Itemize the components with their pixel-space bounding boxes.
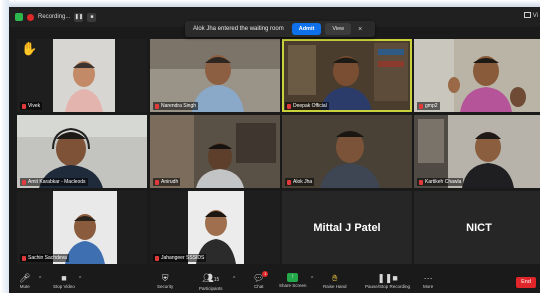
gallery-view-icon	[523, 12, 531, 18]
recording-label: Recording...	[38, 14, 71, 20]
participant-name-text: Sachin Sachdeva	[28, 255, 67, 261]
view-button[interactable]: View	[325, 23, 352, 35]
video-tile[interactable]: Kartikeh Chawla	[414, 115, 540, 188]
video-tile[interactable]: Alok Jha	[282, 115, 412, 188]
view-menu-button[interactable]: Vi	[523, 12, 538, 19]
participant-name: Amit Karabkar - Macleods	[20, 178, 88, 186]
screen-edge-left	[0, 0, 9, 293]
stop-recording-icon[interactable]: ■	[87, 12, 97, 22]
video-tile[interactable]: Narendra Singh	[150, 39, 280, 112]
muted-mic-icon	[155, 103, 159, 109]
mute-button[interactable]: 🎤︎ Mute	[19, 273, 30, 289]
more-dots-icon: ···	[423, 273, 433, 283]
participant-name: Sachin Sachdeva	[20, 254, 69, 262]
shield-icon: ⛨	[161, 273, 169, 283]
participant-name: Kartikeh Chawla	[417, 178, 464, 186]
raise-hand-label: Raise Hand	[323, 284, 347, 289]
participant-name-text: Anirudh	[161, 179, 179, 185]
pause-recording-icon[interactable]: ❚❚	[74, 12, 84, 22]
muted-mic-icon	[22, 179, 26, 185]
security-label: Security	[157, 284, 174, 289]
participant-name-text: Kartikeh Chawla	[425, 179, 462, 185]
meeting-toolbar: 🎤︎ Mute ^ ■ Stop Video ^ ⛨ Security 👥︎15…	[9, 270, 540, 293]
participant-display-name: Mittal J Patel	[313, 221, 381, 234]
participant-name: Jahangeer SSSIDS	[153, 254, 207, 262]
chat-icon: 💬︎ 1	[253, 271, 269, 283]
chat-unread-badge: 1	[262, 271, 269, 277]
video-tile[interactable]: Sachin Sachdeva	[17, 191, 147, 264]
muted-mic-icon	[287, 179, 291, 185]
share-screen-icon: ↑	[287, 273, 299, 282]
raised-hand-icon: ✋	[21, 41, 38, 56]
security-button[interactable]: ⛨ Security	[157, 273, 173, 289]
video-tile[interactable]: Jahangeer SSSIDS	[150, 191, 280, 264]
participant-name-text: gmp2	[425, 103, 438, 109]
participants-button[interactable]: 👥︎15 Participants	[199, 273, 223, 291]
participant-name-text: Deepak Official	[293, 103, 327, 109]
video-tile-active-speaker[interactable]: Deepak Official	[282, 39, 412, 112]
recording-indicator: Recording... ❚❚ ■	[15, 11, 97, 23]
share-screen-label: Share Screen	[279, 283, 307, 288]
pause-stop-recording-button[interactable]: ❚❚■ Pause/Stop Recording	[365, 273, 410, 289]
raise-hand-button[interactable]: ✋︎ Raise Hand	[323, 273, 347, 289]
participant-name-text: Alok Jha	[293, 179, 313, 185]
muted-mic-icon	[22, 103, 26, 109]
participants-icon: 👥︎15	[202, 273, 220, 283]
video-tile[interactable]: ✋ Vivek	[17, 39, 147, 112]
muted-mic-icon	[22, 255, 26, 261]
muted-mic-icon	[287, 103, 291, 109]
participant-name-text: Vivek	[28, 103, 41, 109]
more-button[interactable]: ··· More	[423, 273, 433, 289]
participants-label: Participants	[199, 286, 223, 291]
video-tile-camera-off[interactable]: Mittal J Patel	[282, 191, 412, 264]
video-options-chevron-icon[interactable]: ^	[79, 276, 81, 282]
video-tile[interactable]: gmp2	[414, 39, 540, 112]
view-menu-label: Vi	[532, 13, 538, 19]
stop-video-label: Stop Video	[53, 284, 75, 289]
participant-name: gmp2	[417, 102, 440, 110]
chat-button[interactable]: 💬︎ 1 Chat	[253, 271, 269, 289]
close-notification-button[interactable]: ×	[358, 26, 362, 33]
participant-name-text: Jahangeer SSSIDS	[161, 255, 205, 261]
microphone-icon: 🎤︎	[19, 273, 31, 283]
recording-dot-icon	[27, 13, 34, 21]
more-label: More	[423, 284, 434, 289]
video-tile[interactable]: Anirudh	[150, 115, 280, 188]
waiting-room-notification: Alok Jha entered the waiting room Admit …	[185, 21, 375, 37]
participant-name-text: Amit Karabkar - Macleods	[28, 179, 86, 185]
video-camera-icon: ■	[61, 273, 67, 283]
pause-stop-recording-label: Pause/Stop Recording	[365, 284, 411, 289]
stop-video-button[interactable]: ■ Stop Video	[53, 273, 75, 289]
pause-stop-icon: ❚❚■	[377, 273, 398, 283]
raise-hand-icon: ✋︎	[332, 273, 338, 283]
admit-button[interactable]: Admit	[291, 23, 322, 35]
participant-name-text: Narendra Singh	[161, 103, 197, 109]
encryption-shield-icon	[15, 13, 23, 21]
video-tile[interactable]: Amit Karabkar - Macleods	[17, 115, 147, 188]
muted-mic-icon	[155, 179, 159, 185]
participant-name: Alok Jha	[285, 178, 315, 186]
participant-name: Anirudh	[153, 178, 181, 186]
chat-label: Chat	[253, 284, 264, 289]
muted-mic-icon	[155, 255, 159, 261]
muted-mic-icon	[419, 179, 423, 185]
waiting-room-message: Alok Jha entered the waiting room	[193, 26, 284, 32]
participants-options-chevron-icon[interactable]: ^	[233, 276, 235, 282]
screen-edge-top	[0, 0, 540, 7]
mute-label: Mute	[19, 284, 30, 289]
audio-options-chevron-icon[interactable]: ^	[39, 276, 41, 282]
participant-name: Narendra Singh	[153, 102, 199, 110]
participant-display-name: NICT	[466, 221, 492, 234]
participants-count: 15	[213, 277, 220, 283]
participant-name: Vivek	[20, 102, 43, 110]
video-tile-camera-off[interactable]: NICT	[414, 191, 540, 264]
end-meeting-button[interactable]: End	[516, 277, 536, 288]
share-screen-button[interactable]: ↑ Share Screen	[279, 273, 307, 288]
meeting-window: Recording... ❚❚ ■ Vi Alok Jha entered th…	[9, 7, 540, 293]
participant-name: Deepak Official	[285, 102, 329, 110]
muted-mic-icon	[419, 103, 423, 109]
share-options-chevron-icon[interactable]: ^	[311, 276, 313, 282]
